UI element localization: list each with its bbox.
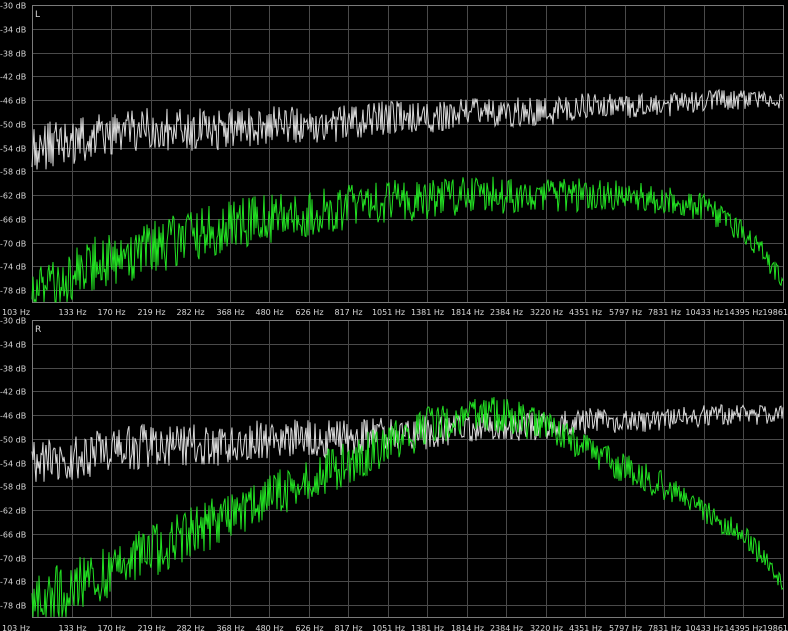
y-tick-label: -66 dB bbox=[0, 531, 26, 540]
x-tick-label: 368 Hz bbox=[216, 624, 244, 631]
y-tick-label: -62 dB bbox=[0, 507, 26, 516]
y-tick-label: -58 dB bbox=[0, 168, 26, 177]
y-tick-label: -30 dB bbox=[0, 2, 26, 11]
plot-frame bbox=[32, 5, 784, 303]
x-tick-label: 4351 Hz bbox=[569, 308, 602, 317]
x-tick-label: 2384 Hz bbox=[490, 624, 523, 631]
x-tick-label: 4351 Hz bbox=[569, 624, 602, 631]
y-tick-label: -74 dB bbox=[0, 578, 26, 587]
x-tick-label: 368 Hz bbox=[216, 308, 244, 317]
x-tick-label: 1814 Hz bbox=[451, 308, 484, 317]
x-tick-label: 170 Hz bbox=[97, 308, 125, 317]
spectrum-panel-r: -30 dB -34 dB -38 dB -42 dB -46 dB -50 dB -54 … bbox=[0, 317, 788, 631]
x-tick-label: 1814 Hz bbox=[451, 624, 484, 631]
x-tick-label: 170 Hz bbox=[97, 624, 125, 631]
y-tick-label: -70 dB bbox=[0, 555, 26, 564]
x-tick-label: 1381 Hz bbox=[411, 308, 444, 317]
y-tick-label: -70 dB bbox=[0, 240, 26, 249]
x-tick-label: 5797 Hz bbox=[609, 624, 642, 631]
x-tick-label: 1051 Hz bbox=[372, 624, 405, 631]
y-tick-label: -66 dB bbox=[0, 216, 26, 225]
x-tick-label: 219 Hz bbox=[137, 308, 165, 317]
x-tick-label: 817 Hz bbox=[334, 624, 362, 631]
y-tick-label: -46 dB bbox=[0, 412, 26, 421]
x-tick-label: 133 Hz bbox=[58, 624, 86, 631]
plot-frame bbox=[32, 320, 784, 618]
x-tick-label: 7831 Hz bbox=[648, 624, 681, 631]
x-tick-label: 626 Hz bbox=[295, 308, 323, 317]
series-line-white bbox=[31, 88, 784, 170]
x-tick-label: 1051 Hz bbox=[372, 308, 405, 317]
x-tick-label: 1381 Hz bbox=[411, 624, 444, 631]
x-tick-label: 5797 Hz bbox=[609, 308, 642, 317]
x-tick-label: 480 Hz bbox=[255, 308, 283, 317]
y-tick-label: -30 dB bbox=[0, 317, 26, 326]
x-tick-label: 219 Hz bbox=[137, 624, 165, 631]
y-tick-label: -78 dB bbox=[0, 602, 26, 611]
x-tick-label: 480 Hz bbox=[255, 624, 283, 631]
y-tick-label: -50 dB bbox=[0, 121, 26, 130]
y-tick-label: -54 dB bbox=[0, 460, 26, 469]
x-tick-label: 14395 Hz bbox=[724, 308, 762, 317]
series-line-white bbox=[31, 404, 784, 482]
y-tick-label: -58 dB bbox=[0, 483, 26, 492]
y-tick-label: -38 dB bbox=[0, 50, 26, 59]
x-tick-label: 10433 Hz bbox=[685, 624, 723, 631]
x-tick-label: 282 Hz bbox=[176, 308, 204, 317]
y-tick-label: -34 dB bbox=[0, 26, 26, 35]
spectrum-chart: -30 dB -34 dB -38 dB -42 dB -46 dB -50 dB -54 … bbox=[0, 2, 788, 631]
x-tick-label: 19861 bbox=[763, 308, 788, 317]
channel-label: L bbox=[35, 10, 40, 20]
x-tick-label: 3220 Hz bbox=[530, 308, 563, 317]
channel-label: R bbox=[35, 325, 41, 335]
x-tick-label: 626 Hz bbox=[295, 624, 323, 631]
x-tick-label: 3220 Hz bbox=[530, 624, 563, 631]
x-tick-label: 103 Hz bbox=[2, 624, 30, 631]
y-tick-label: -34 dB bbox=[0, 341, 26, 350]
x-tick-label: 10433 Hz bbox=[685, 308, 723, 317]
y-tick-label: -78 dB bbox=[0, 287, 26, 296]
spectrum-analyzer: -30 dB -34 dB -38 dB -42 dB -46 dB -50 dB -54 … bbox=[0, 0, 788, 631]
x-tick-label: 2384 Hz bbox=[490, 308, 523, 317]
x-tick-label: 282 Hz bbox=[176, 624, 204, 631]
x-tick-label: 19861 bbox=[763, 624, 788, 631]
x-tick-label: 817 Hz bbox=[334, 308, 362, 317]
y-tick-label: -42 dB bbox=[0, 73, 26, 82]
x-tick-label: 14395 Hz bbox=[724, 624, 762, 631]
y-tick-label: -54 dB bbox=[0, 145, 26, 154]
y-tick-label: -46 dB bbox=[0, 97, 26, 106]
y-tick-label: -62 dB bbox=[0, 192, 26, 201]
x-tick-label: 133 Hz bbox=[58, 308, 86, 317]
y-tick-label: -38 dB bbox=[0, 365, 26, 374]
spectrum-panel-l: -30 dB -34 dB -38 dB -42 dB -46 dB -50 dB -54 … bbox=[0, 2, 788, 318]
y-tick-label: -42 dB bbox=[0, 388, 26, 397]
x-tick-label: 7831 Hz bbox=[648, 308, 681, 317]
y-tick-label: -74 dB bbox=[0, 263, 26, 272]
y-tick-label: -50 dB bbox=[0, 436, 26, 445]
